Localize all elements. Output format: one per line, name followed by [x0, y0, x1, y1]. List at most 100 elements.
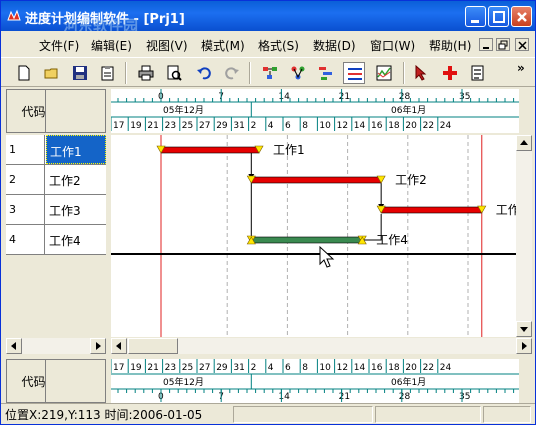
- link-view-button[interactable]: [287, 62, 309, 84]
- row-name[interactable]: 工作2: [46, 165, 106, 194]
- row-name-selected[interactable]: 工作1: [46, 135, 106, 164]
- ruler-day-label: 8: [302, 121, 308, 131]
- table-row[interactable]: 4 工作4: [6, 225, 106, 255]
- new-file-button[interactable]: [13, 62, 35, 84]
- ruler-month-label: 05年12月: [163, 376, 204, 388]
- scroll-thumb[interactable]: [128, 338, 178, 354]
- select-pointer-button[interactable]: [411, 62, 433, 84]
- clipboard-button[interactable]: [97, 62, 119, 84]
- ruler-day-label: 2: [251, 363, 257, 373]
- timescale-top-svg: 071421283505年12月06年1月1719212325272931246…: [111, 89, 519, 131]
- menu-bar: 文件(F) 编辑(E) 视图(V) 模式(M) 格式(S) 数据(D) 窗口(W…: [1, 31, 535, 57]
- ruler-day-label: 31: [233, 121, 244, 131]
- save-button[interactable]: [69, 62, 91, 84]
- scroll-up-button[interactable]: [516, 135, 532, 151]
- status-position-time: 位置X:219,Y:113 时间:2006-01-05: [5, 408, 203, 422]
- mdi-restore-button[interactable]: [496, 38, 510, 51]
- gantt-chart[interactable]: 工作1 工作2 工作3 工作4: [111, 135, 517, 337]
- ruler-day-label: 10: [319, 363, 331, 373]
- scroll-down-button[interactable]: [516, 321, 532, 337]
- ruler-day-label: 8: [302, 363, 308, 373]
- row-number: 1: [6, 135, 45, 164]
- ruler-tick-band: [111, 89, 519, 102]
- close-button[interactable]: [511, 6, 532, 27]
- open-button[interactable]: [41, 62, 63, 84]
- toolbar-overflow-chevron[interactable]: »: [517, 61, 525, 75]
- print-button[interactable]: [135, 62, 157, 84]
- menu-view[interactable]: 视图(V): [146, 37, 188, 54]
- ruler-tick-label: 21: [339, 92, 350, 102]
- scroll-right-button[interactable]: [90, 338, 106, 354]
- minimize-button[interactable]: [465, 6, 486, 27]
- restore-icon: [498, 40, 508, 50]
- menu-edit[interactable]: 编辑(E): [91, 37, 132, 54]
- redo-button[interactable]: [221, 62, 243, 84]
- form-edit-icon: [471, 65, 484, 81]
- menu-window[interactable]: 窗口(W): [370, 37, 415, 54]
- maximize-button[interactable]: [488, 6, 509, 27]
- table-row[interactable]: 2 工作2: [6, 165, 106, 195]
- grid-hscrollbar[interactable]: [6, 338, 106, 354]
- scroll-right-button[interactable]: [516, 338, 532, 354]
- align-rows-button[interactable]: [343, 62, 365, 84]
- scroll-left-button[interactable]: [6, 338, 22, 354]
- printer-icon: [138, 65, 154, 81]
- ruler-tick-label: 28: [399, 392, 411, 402]
- chart-lines-icon: [376, 65, 392, 81]
- form-edit-button[interactable]: [467, 62, 489, 84]
- task-bar: [251, 176, 382, 184]
- minimize-icon: [471, 20, 479, 23]
- menu-data[interactable]: 数据(D): [313, 37, 356, 54]
- mdi-close-button[interactable]: [515, 38, 529, 51]
- menu-format[interactable]: 格式(S): [258, 37, 299, 54]
- scroll-left-button[interactable]: [111, 338, 127, 354]
- row-name[interactable]: 工作4: [46, 225, 106, 254]
- toolbar-separator: [403, 62, 405, 84]
- undo-button[interactable]: [193, 62, 215, 84]
- menu-help[interactable]: 帮助(H): [429, 37, 471, 54]
- redo-icon: [225, 67, 239, 80]
- ruler-day-label: 18: [388, 121, 400, 131]
- grid-header-divider: [45, 89, 106, 133]
- ruler-month-label: 05年12月: [163, 104, 204, 116]
- ruler-day-label: 29: [216, 121, 228, 131]
- print-preview-button[interactable]: [163, 62, 185, 84]
- arrow-right-icon: [96, 342, 101, 350]
- gantt-bar-button[interactable]: [315, 62, 337, 84]
- task-label: 工作4: [376, 233, 408, 247]
- ruler-day-label: 23: [165, 121, 176, 131]
- row-number: 4: [6, 225, 45, 254]
- ruler-tick-label: 14: [278, 392, 290, 402]
- ruler-day-label: 20: [405, 121, 417, 131]
- timescale-bottom-svg: 071421283505年12月06年1月1719212325272931246…: [111, 359, 519, 402]
- ruler-tick-label: 14: [278, 92, 290, 102]
- mdi-minimize-button[interactable]: [479, 38, 493, 51]
- ruler-day-label: 24: [440, 363, 452, 373]
- grid-footer-code-label: 代码: [21, 374, 46, 389]
- pointer-arrow-icon: [415, 65, 427, 81]
- arrow-left-icon: [11, 342, 16, 350]
- chart-hscrollbar[interactable]: [111, 338, 532, 354]
- clipboard-icon: [101, 66, 114, 81]
- table-row[interactable]: 1 工作1: [6, 135, 106, 165]
- ruler-day-label: 12: [337, 121, 348, 131]
- title-bar[interactable]: 进度计划编制软件 - [Prj1] 河东软件园: [1, 1, 535, 35]
- ruler-day-label: 22: [423, 363, 434, 373]
- status-bar: 位置X:219,Y:113 时间:2006-01-05: [1, 403, 535, 424]
- chart-vscrollbar[interactable]: [516, 135, 532, 337]
- add-task-button[interactable]: [439, 62, 461, 84]
- row-name[interactable]: 工作3: [46, 195, 106, 224]
- ruler-day-label: 29: [216, 363, 228, 373]
- network-view-button[interactable]: [259, 62, 281, 84]
- menu-mode[interactable]: 模式(M): [201, 37, 245, 54]
- close-icon: [518, 41, 527, 50]
- table-row[interactable]: 3 工作3: [6, 195, 106, 225]
- ruler-day-label: 25: [182, 121, 193, 131]
- menu-file[interactable]: 文件(F): [39, 37, 79, 54]
- chart-lines-button[interactable]: [373, 62, 395, 84]
- ruler-tick-label: 35: [459, 92, 470, 102]
- ruler-day-label: 18: [388, 363, 400, 373]
- ruler-day-label: 4: [268, 363, 274, 373]
- ruler-day-label: 14: [354, 363, 366, 373]
- save-icon: [73, 66, 87, 80]
